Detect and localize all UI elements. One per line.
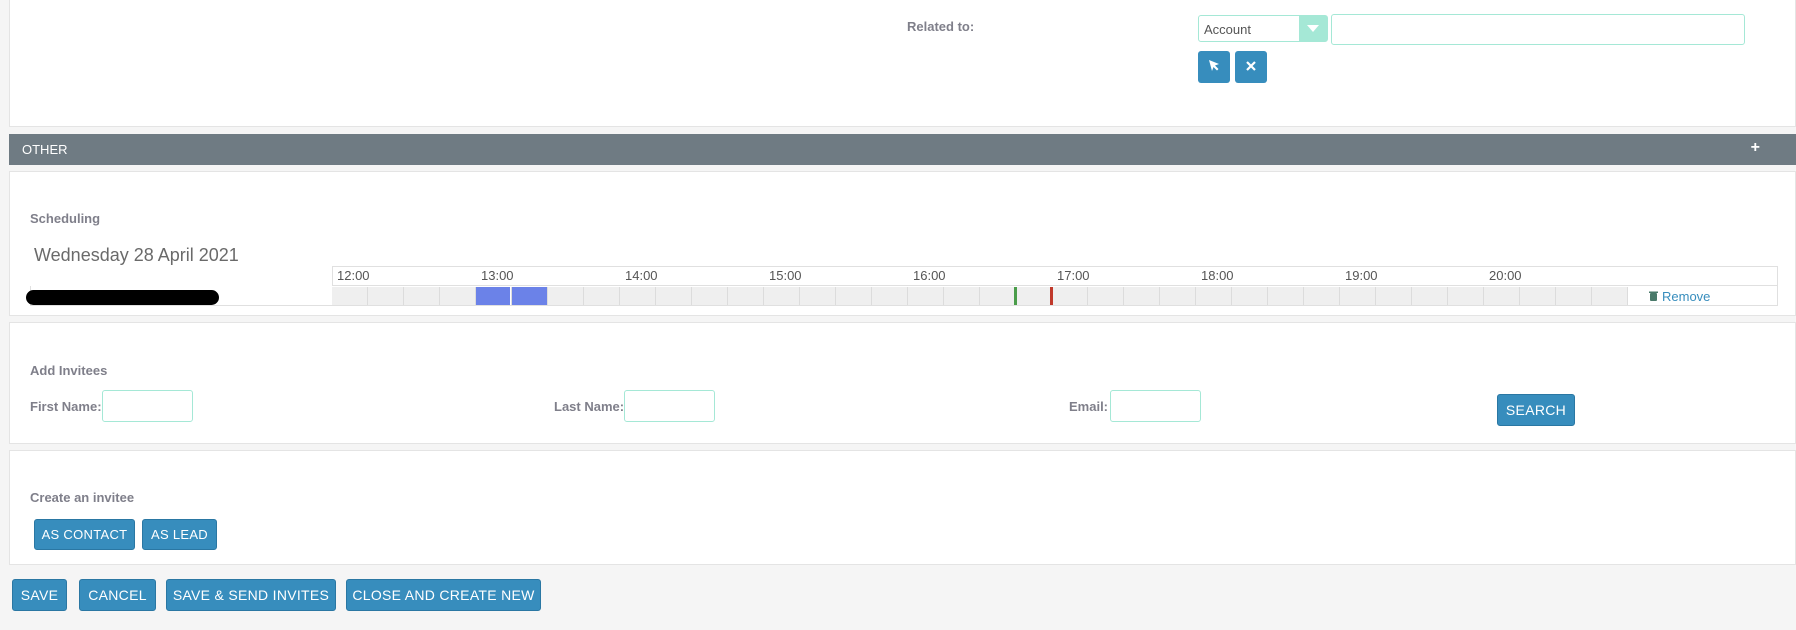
email-input[interactable] — [1110, 390, 1201, 422]
timeline-slot — [1268, 287, 1304, 305]
timeline-slot — [728, 287, 764, 305]
timeline-slot — [908, 287, 944, 305]
related-to-label: Related to: — [907, 19, 975, 34]
timeline-slot — [620, 287, 656, 305]
trash-icon — [1649, 289, 1658, 304]
timeline-slot — [1196, 287, 1232, 305]
timeline-slot — [548, 287, 584, 305]
timeline-hour-label: 16:00 — [913, 268, 946, 283]
busy-slot — [512, 287, 547, 305]
first-name-input[interactable] — [102, 390, 193, 422]
close-icon — [1246, 58, 1256, 76]
timeline-slot — [1160, 287, 1196, 305]
timeline-hour-label: 13:00 — [481, 268, 514, 283]
timeline-slot — [1448, 287, 1484, 305]
cursor-arrow-icon — [1207, 58, 1221, 77]
clear-related-button[interactable] — [1235, 51, 1267, 83]
timeline-slot — [1124, 287, 1160, 305]
create-as-lead-button[interactable]: AS LEAD — [142, 519, 217, 550]
related-type-select[interactable]: Account — [1198, 15, 1328, 42]
timeline-slot — [1340, 287, 1376, 305]
expand-icon[interactable]: + — [1751, 139, 1760, 157]
other-section-title: OTHER — [22, 142, 68, 157]
timeline-slot — [404, 287, 440, 305]
timeline-slot — [1016, 287, 1052, 305]
timeline-slot — [800, 287, 836, 305]
email-label: Email: — [1069, 399, 1109, 414]
timeline-hour-label: 14:00 — [625, 268, 658, 283]
create-invitee-panel — [9, 450, 1796, 565]
meeting-end-marker — [1050, 287, 1053, 305]
save-send-invites-button[interactable]: SAVE & SEND INVITES — [166, 579, 336, 611]
timeline-slot — [440, 287, 476, 305]
timeline-hour-label: 20:00 — [1489, 268, 1522, 283]
save-button[interactable]: SAVE — [12, 579, 67, 611]
timeline-hour-label: 12:00 — [337, 268, 370, 283]
other-section-header[interactable]: OTHER + — [9, 134, 1796, 165]
timeline-header — [332, 266, 1778, 286]
timeline-slot — [1232, 287, 1268, 305]
timeline-slot — [584, 287, 620, 305]
attendee-name — [26, 290, 219, 305]
last-name-label: Last Name: — [554, 399, 625, 414]
timeline-slot — [980, 287, 1016, 305]
timeline-slot — [1376, 287, 1412, 305]
timeline-hour-label: 15:00 — [769, 268, 802, 283]
timeline-slot — [692, 287, 728, 305]
timeline-slot — [656, 287, 692, 305]
scheduling-title: Scheduling — [30, 211, 101, 226]
remove-label: Remove — [1662, 289, 1711, 304]
timeline-slot — [836, 287, 872, 305]
select-related-button[interactable] — [1198, 51, 1230, 83]
related-name-input[interactable] — [1331, 14, 1745, 45]
search-button[interactable]: SEARCH — [1497, 394, 1575, 426]
timeline-slot — [1520, 287, 1556, 305]
timeline-hour-label: 19:00 — [1345, 268, 1378, 283]
timeline-slot — [1484, 287, 1520, 305]
first-name-label: First Name: — [30, 399, 102, 414]
timeline-slot — [1088, 287, 1124, 305]
timeline-slot — [332, 287, 368, 305]
timeline-hour-label: 18:00 — [1201, 268, 1234, 283]
busy-slot — [476, 287, 511, 305]
timeline-slot — [1412, 287, 1448, 305]
timeline-hour-label: 17:00 — [1057, 268, 1090, 283]
create-as-contact-button[interactable]: AS CONTACT — [34, 519, 135, 550]
chevron-down-icon[interactable] — [1299, 16, 1327, 41]
timeline-slot — [1052, 287, 1088, 305]
scheduling-date: Wednesday 28 April 2021 — [34, 245, 239, 265]
timeline-slot — [1592, 287, 1628, 305]
close-and-create-new-button[interactable]: CLOSE AND CREATE NEW — [346, 579, 541, 611]
timeline-slot — [1304, 287, 1340, 305]
last-name-input[interactable] — [624, 390, 715, 422]
timeline-slot — [944, 287, 980, 305]
timeline-slot — [368, 287, 404, 305]
remove-attendee-link[interactable]: Remove — [1649, 289, 1710, 304]
timeline-slot — [1556, 287, 1592, 305]
timeline-slot — [872, 287, 908, 305]
create-invitee-title: Create an invitee — [30, 490, 135, 505]
meeting-start-marker — [1014, 287, 1017, 305]
related-type-value: Account — [1204, 22, 1251, 37]
timeline-slot — [764, 287, 800, 305]
cancel-button[interactable]: CANCEL — [79, 579, 156, 611]
add-invitees-title: Add Invitees — [30, 363, 108, 378]
